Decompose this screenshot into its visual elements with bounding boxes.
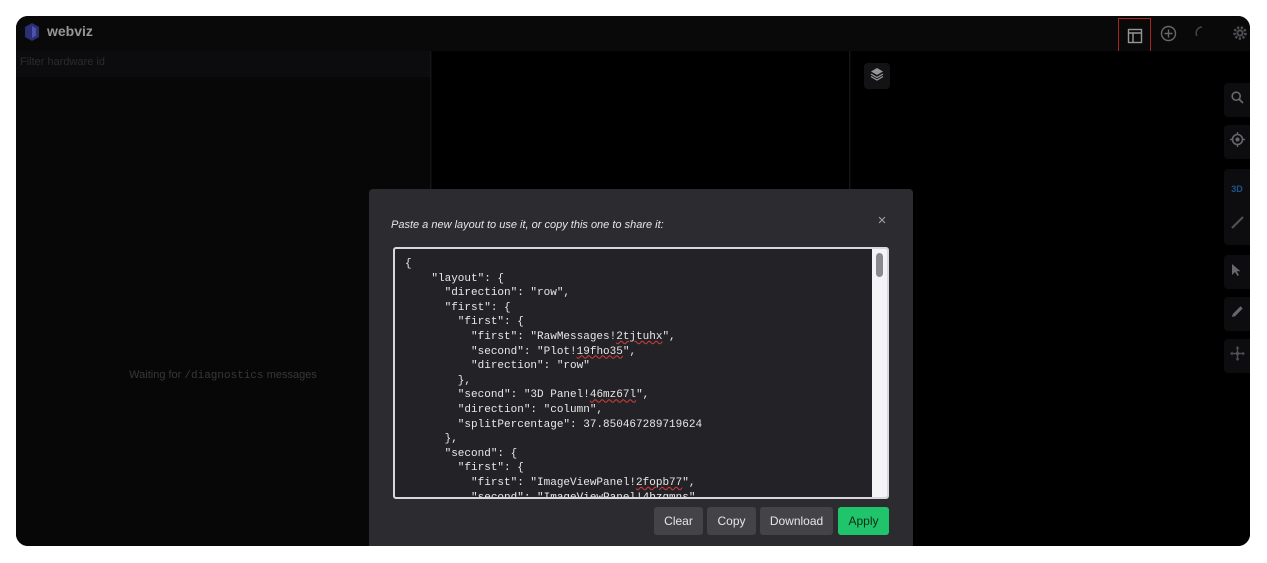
apply-button[interactable]: Apply	[838, 507, 889, 535]
code-line: {	[405, 258, 412, 270]
code-line: },	[405, 374, 472, 387]
code-line: "direction": "column",	[405, 403, 604, 416]
code-line: "first": {	[405, 316, 524, 329]
code-line: "first": "ImageViewPanel!2fopb77",	[405, 476, 696, 489]
code-line: "splitPercentage": 37.850467289719624	[405, 418, 703, 431]
code-line: "first": {	[405, 462, 524, 475]
code-line: "direction": "row"	[405, 360, 590, 373]
close-button[interactable]: ×	[871, 209, 893, 231]
copy-button[interactable]: Copy	[707, 507, 756, 535]
code-line: "second": {	[405, 447, 518, 460]
code-line: },	[405, 433, 458, 446]
close-icon: ×	[877, 211, 887, 229]
code-line: "second": "3D Panel!46mz67l",	[405, 389, 650, 402]
scrollbar-thumb[interactable]	[876, 253, 883, 277]
code-line: "first": "RawMessages!2tjtuhx",	[405, 330, 676, 343]
clear-button[interactable]: Clear	[654, 507, 703, 535]
code-line: "first": {	[405, 301, 511, 314]
code-line: "second": "ImageViewPanel!4bzgmns",	[405, 491, 703, 499]
code-line: "direction": "row",	[405, 287, 571, 300]
code-line: "layout": {	[405, 272, 505, 285]
layout-json-editor[interactable]: { "layout": { "direction": "row", "first…	[393, 247, 889, 499]
app-window: webviz Waiting for /dia	[16, 16, 1250, 546]
editor-scrollbar[interactable]	[872, 249, 887, 497]
layout-modal: Paste a new layout to use it, or copy th…	[369, 189, 913, 546]
code-line: "second": "Plot!19fho35",	[405, 345, 637, 358]
modal-title: Paste a new layout to use it, or copy th…	[391, 219, 664, 231]
layout-json-text: { "layout": { "direction": "row", "first…	[405, 257, 703, 499]
download-button[interactable]: Download	[760, 507, 833, 535]
